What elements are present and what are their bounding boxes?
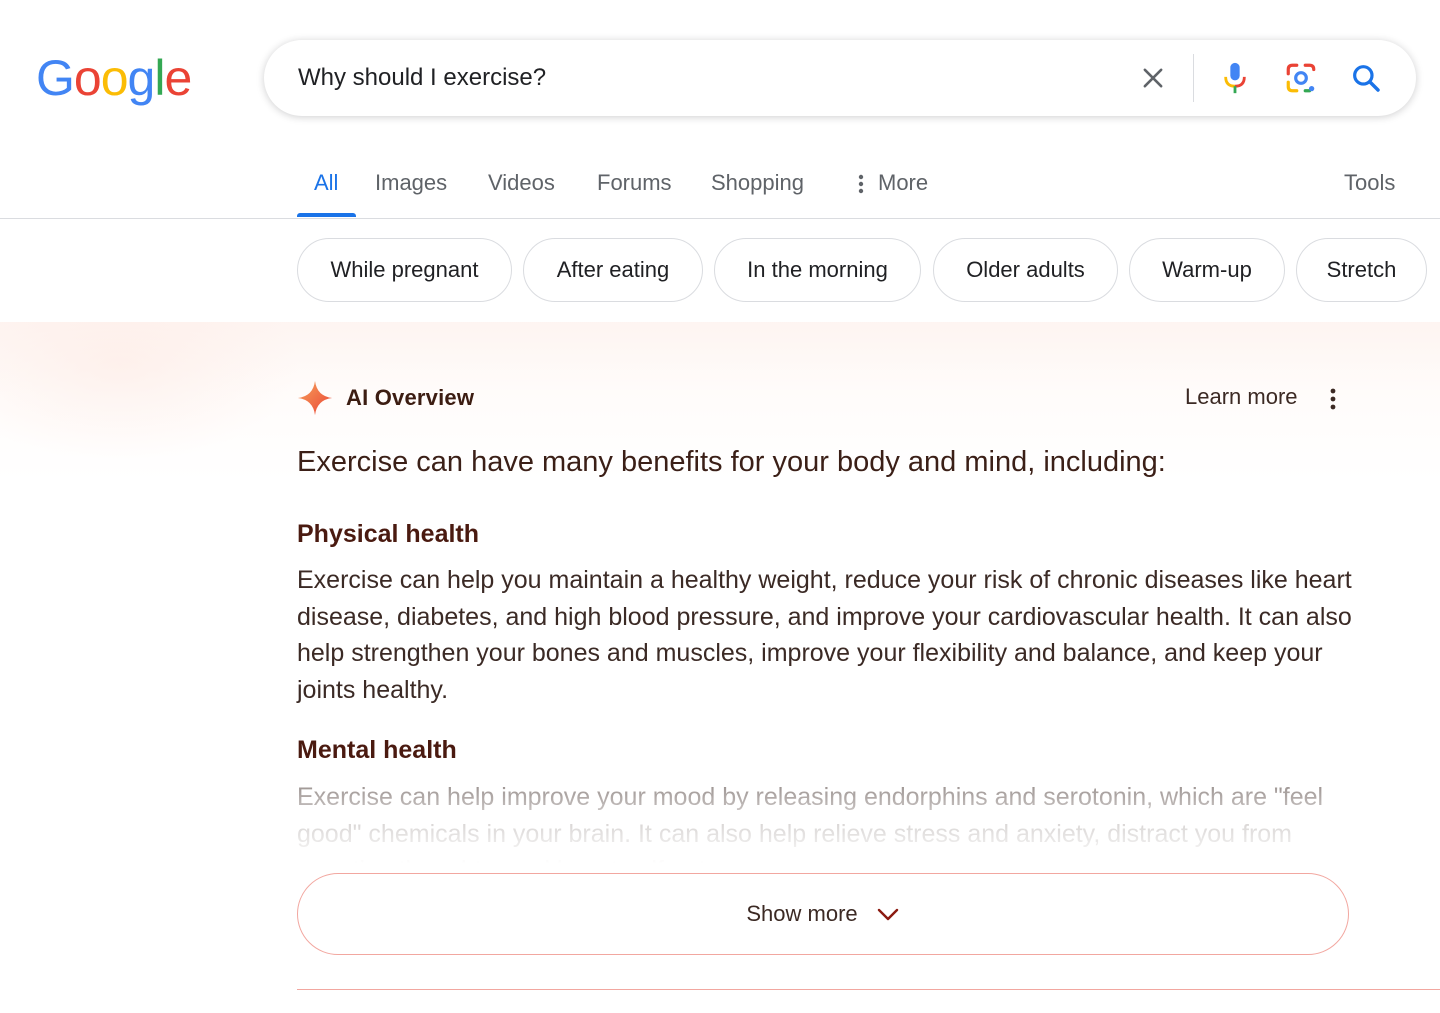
google-logo[interactable]: Google (36, 48, 192, 108)
tab-more[interactable]: More (858, 160, 928, 218)
ai-overview-glow (0, 322, 300, 462)
search-box (264, 40, 1416, 116)
logo-letter: o (73, 50, 102, 106)
section-body-mental: Exercise can help improve your mood by r… (297, 783, 1324, 873)
sparkle-icon (297, 380, 333, 416)
chip-while-pregnant[interactable]: While pregnant (297, 238, 512, 302)
chip-warm-up[interactable]: Warm-up (1129, 238, 1285, 302)
more-vert-icon (858, 174, 864, 194)
section-divider (297, 989, 1440, 990)
ai-overview-header: AI Overview (296, 378, 474, 418)
learn-more-link[interactable]: Learn more (1185, 384, 1298, 410)
show-more-button[interactable]: Show more (297, 873, 1349, 955)
logo-letter: o (100, 50, 129, 106)
active-tab-indicator (297, 213, 356, 217)
show-more-label: Show more (746, 901, 858, 926)
search-input[interactable] (298, 40, 1098, 116)
chip-stretch[interactable]: Stretch (1296, 238, 1427, 302)
section-heading-physical: Physical health (297, 520, 480, 548)
chip-after-eating[interactable]: After eating (523, 238, 703, 302)
tab-forums[interactable]: Forums (597, 160, 672, 218)
tab-videos[interactable]: Videos (488, 160, 555, 218)
chip-in-the-morning[interactable]: In the morning (714, 238, 921, 302)
more-options-icon[interactable] (1322, 384, 1344, 414)
logo-letter: l (154, 50, 165, 106)
ai-overview-lead: Exercise can have many benefits for your… (297, 446, 1166, 478)
chip-older-adults[interactable]: Older adults (933, 238, 1118, 302)
tab-images[interactable]: Images (375, 160, 447, 218)
logo-letter: G (36, 50, 75, 106)
ai-overview-title: AI Overview (346, 385, 475, 410)
logo-letter: g (127, 50, 156, 106)
tab-shopping[interactable]: Shopping (711, 160, 804, 218)
tools-button[interactable]: Tools (1344, 160, 1395, 206)
mic-icon[interactable] (1215, 58, 1255, 98)
chevron-down-icon (877, 908, 898, 921)
tabs-divider (0, 218, 1440, 219)
search-icon[interactable] (1346, 58, 1386, 98)
tab-all[interactable]: All (314, 160, 338, 218)
lens-icon[interactable] (1281, 58, 1321, 98)
close-icon[interactable] (1133, 58, 1173, 98)
tab-more-label: More (878, 170, 929, 195)
logo-letter: e (164, 50, 192, 106)
section-heading-mental: Mental health (297, 736, 457, 764)
search-box-divider (1193, 54, 1194, 102)
search-results-page: Google Why should I exercise? All Images… (0, 0, 1440, 1013)
section-body-physical: Exercise can help you maintain a healthy… (297, 566, 1352, 705)
